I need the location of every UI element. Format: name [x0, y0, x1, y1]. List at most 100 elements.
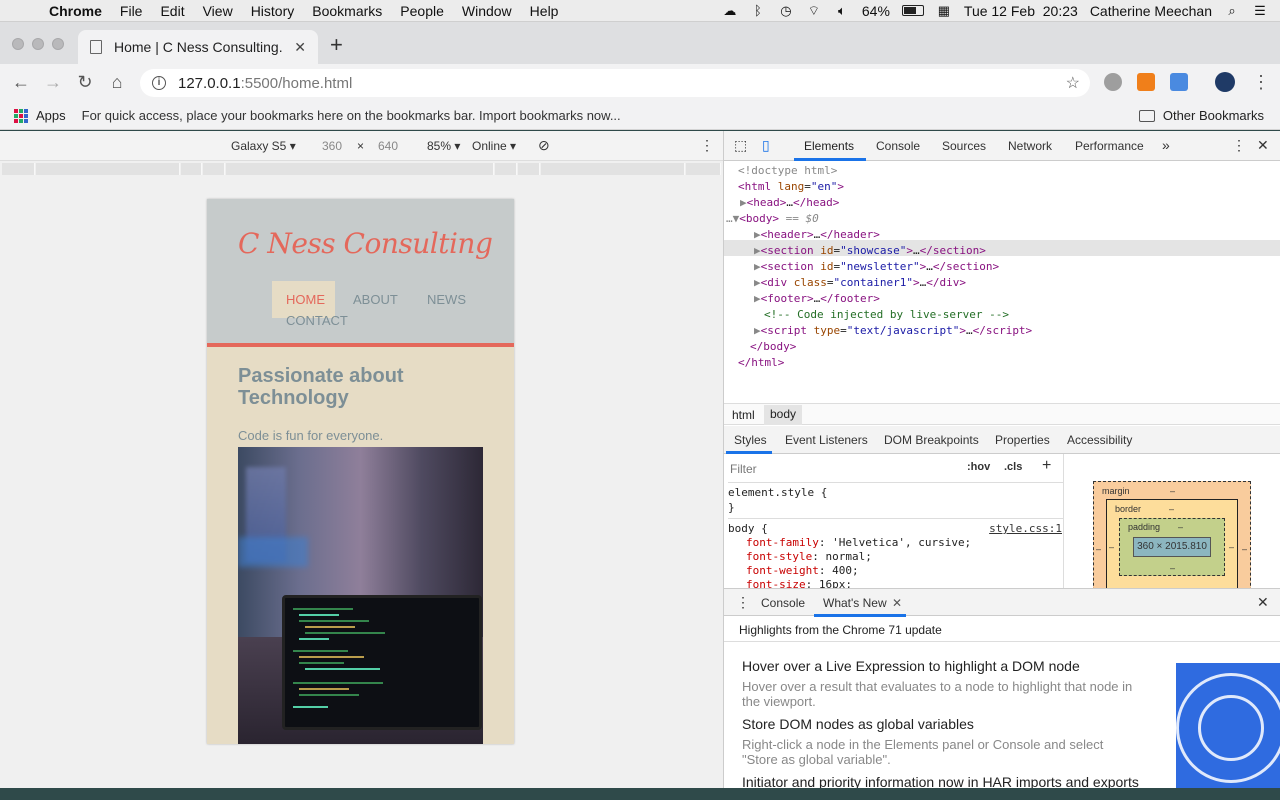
nav-link-news[interactable]: NEWS [427, 292, 466, 307]
media-query-bar[interactable] [0, 161, 723, 177]
feature-title[interactable]: Initiator and priority information now i… [742, 774, 1139, 788]
window-close-button[interactable] [12, 38, 24, 50]
user-name[interactable]: Catherine Meechan [1090, 3, 1212, 19]
tab-close-icon[interactable]: ✕ [294, 39, 306, 56]
menu-bookmarks[interactable]: Bookmarks [303, 3, 391, 19]
tab-event-listeners[interactable]: Event Listeners [785, 433, 868, 447]
crumb-html[interactable]: html [732, 408, 755, 422]
site-info-icon[interactable]: i [152, 76, 166, 90]
extension-chart-icon[interactable] [1137, 73, 1155, 91]
css-declaration[interactable]: font-style: normal; [728, 550, 1063, 564]
notification-center-icon[interactable]: ☰ [1252, 3, 1268, 18]
dom-html-close[interactable]: </html> [738, 355, 784, 371]
new-tab-button[interactable]: + [330, 32, 343, 58]
tab-dom-breakpoints[interactable]: DOM Breakpoints [884, 433, 979, 447]
dom-body[interactable]: …▼<body> == $0 [726, 211, 819, 227]
dom-footer[interactable]: ▶<footer>…</footer> [754, 291, 880, 307]
forward-arrow-icon[interactable]: → [42, 72, 64, 93]
dom-comment[interactable]: <!-- Code injected by live-server --> [764, 307, 1009, 323]
browser-tab-active[interactable]: Home | C Ness Consulting. ✕ [78, 30, 318, 64]
tab-styles[interactable]: Styles [734, 433, 767, 447]
tab-elements[interactable]: Elements [804, 139, 854, 153]
dom-header[interactable]: ▶<header>…</header> [754, 227, 880, 243]
crumb-body[interactable]: body [764, 405, 803, 425]
element-style-rule[interactable]: element.style { } [728, 482, 1063, 514]
calendar-icon[interactable]: ▦ [936, 3, 952, 18]
bluetooth-icon[interactable]: ᛒ [750, 3, 766, 18]
drawer-close-icon[interactable]: ✕ [1257, 594, 1269, 611]
drawer-tab-whats-new[interactable]: What's New [823, 596, 887, 610]
device-width-field[interactable]: 360 [322, 139, 342, 153]
dom-html-open[interactable]: <html lang="en"> [738, 179, 844, 195]
wifi-icon[interactable]: ⌔ [806, 3, 822, 18]
window-zoom-button[interactable] [52, 38, 64, 50]
style-source-link[interactable]: style.css:1 [989, 522, 1062, 536]
box-content[interactable]: 360 × 2015.810 [1133, 537, 1211, 557]
css-declaration[interactable]: font-weight: 400; [728, 564, 1063, 578]
media-query-segment[interactable] [495, 163, 517, 175]
bookmark-star-icon[interactable]: ☆ [1066, 73, 1080, 93]
dom-div-container[interactable]: ▶<div class="container1">…</div> [754, 275, 966, 291]
bookmarks-hint[interactable]: For quick access, place your bookmarks h… [82, 108, 621, 123]
device-height-field[interactable]: 640 [378, 139, 398, 153]
drawer-tab-close-icon[interactable]: ✕ [892, 596, 902, 610]
media-query-segment[interactable] [518, 163, 540, 175]
feature-title[interactable]: Hover over a Live Expression to highligh… [742, 658, 1080, 674]
spotlight-search-icon[interactable]: ⌕ [1224, 3, 1240, 18]
reload-icon[interactable]: ↻ [74, 72, 96, 93]
tab-sources[interactable]: Sources [942, 139, 986, 153]
tab-performance[interactable]: Performance [1075, 139, 1144, 153]
menu-edit[interactable]: Edit [151, 3, 193, 19]
profile-avatar[interactable] [1215, 72, 1235, 92]
network-throttle-select[interactable]: Online ▾ [472, 139, 516, 153]
volume-icon[interactable]: 🔈︎ [834, 3, 850, 18]
class-toggle[interactable]: .cls [1004, 461, 1022, 473]
device-toggle-icon[interactable]: ▯ [762, 137, 770, 154]
media-query-segment[interactable] [2, 163, 35, 175]
tab-network[interactable]: Network [1008, 139, 1052, 153]
dom-doctype[interactable]: <!doctype html> [738, 163, 837, 179]
extension-drive-icon[interactable] [1104, 73, 1122, 91]
menu-history[interactable]: History [242, 3, 304, 19]
window-minimize-button[interactable] [32, 38, 44, 50]
rotate-icon[interactable]: ⊘ [538, 137, 550, 154]
extension-code-icon[interactable] [1170, 73, 1188, 91]
devtools-close-icon[interactable]: ✕ [1257, 137, 1269, 154]
media-query-segment[interactable] [226, 163, 494, 175]
dom-body-close[interactable]: </body> [750, 339, 796, 355]
other-bookmarks[interactable]: Other Bookmarks [1138, 108, 1264, 123]
menu-view[interactable]: View [194, 3, 242, 19]
drawer-tab-console[interactable]: Console [761, 596, 805, 610]
time-machine-icon[interactable]: ◷ [778, 3, 794, 18]
media-query-segment[interactable] [181, 163, 202, 175]
feature-title[interactable]: Store DOM nodes as global variables [742, 716, 974, 732]
media-query-segment[interactable] [36, 163, 180, 175]
styles-filter-input[interactable]: Filter [730, 459, 956, 479]
chrome-menu-icon[interactable]: ⋮ [1250, 72, 1272, 93]
menu-window[interactable]: Window [453, 3, 521, 19]
dom-head[interactable]: ▶<head>…</head> [740, 195, 839, 211]
devtools-menu-icon[interactable]: ⋮ [1232, 137, 1246, 154]
menu-people[interactable]: People [391, 3, 453, 19]
dom-script[interactable]: ▶<script type="text/javascript">…</scrip… [754, 323, 1032, 339]
media-query-segment[interactable] [203, 163, 225, 175]
back-arrow-icon[interactable]: ← [10, 72, 32, 93]
apps-link[interactable]: Apps [36, 108, 66, 123]
clock[interactable]: Tue 12 Feb 20:23 [964, 3, 1078, 19]
dom-section-showcase[interactable]: ▶<section id="showcase">…</section> [754, 243, 986, 259]
inspect-element-icon[interactable]: ⬚ [734, 137, 747, 154]
dom-section-newsletter[interactable]: ▶<section id="newsletter">…</section> [754, 259, 999, 275]
hover-state-toggle[interactable]: :hov [967, 461, 990, 473]
site-logo[interactable]: C Ness Consulting [238, 227, 493, 260]
nav-link-contact[interactable]: CONTACT [286, 313, 348, 328]
more-tabs-chevron-icon[interactable]: » [1162, 137, 1170, 153]
address-bar[interactable]: i 127.0.0.1:5500/home.html ☆ [140, 69, 1090, 97]
battery-icon[interactable] [901, 5, 924, 16]
menu-file[interactable]: File [111, 3, 152, 19]
body-rule[interactable]: body { style.css:1 font-family: 'Helveti… [728, 518, 1063, 588]
device-select[interactable]: Galaxy S5 ▾ [231, 139, 296, 153]
tab-properties[interactable]: Properties [995, 433, 1050, 447]
drawer-menu-icon[interactable]: ⋮ [736, 594, 750, 611]
css-declaration[interactable]: font-family: 'Helvetica', cursive; [728, 536, 1063, 550]
tab-console[interactable]: Console [876, 139, 920, 153]
